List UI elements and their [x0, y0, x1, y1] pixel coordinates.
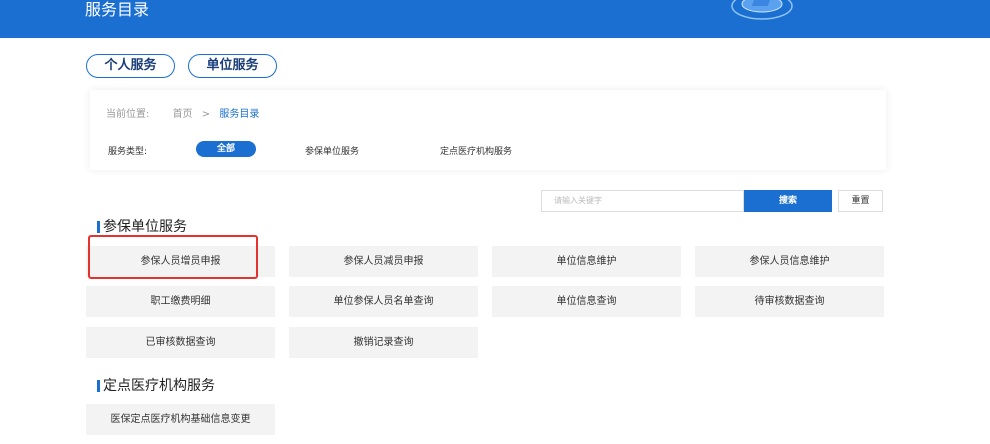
- tab-personal-services[interactable]: 个人服务: [86, 54, 175, 78]
- service-tile[interactable]: 参保人员信息维护: [695, 246, 884, 277]
- service-tile[interactable]: 撤销记录查询: [289, 327, 478, 358]
- section-marker: [97, 380, 100, 392]
- service-tile[interactable]: 医保定点医疗机构基础信息变更: [86, 404, 275, 435]
- service-tile[interactable]: 职工缴费明细: [86, 286, 275, 317]
- section-title-text: 定点医疗机构服务: [103, 378, 215, 394]
- tab-unit-services[interactable]: 单位服务: [188, 54, 277, 78]
- breadcrumb-label: 当前位置:: [106, 109, 150, 120]
- breadcrumb: 当前位置: 首页 > 服务目录: [106, 105, 259, 120]
- service-tile[interactable]: 参保人员减员申报: [289, 246, 478, 277]
- service-tile[interactable]: 待审核数据查询: [695, 286, 884, 317]
- filter-insured-unit-chip[interactable]: 参保单位服务: [305, 144, 359, 157]
- search-button[interactable]: 搜索: [744, 190, 832, 212]
- highlight-box: [88, 235, 258, 279]
- banner-illustration-icon: [731, 0, 793, 20]
- breadcrumb-current: 服务目录: [219, 109, 260, 120]
- service-type-label: 服务类型:: [108, 147, 148, 157]
- search-input[interactable]: 请输入关键字: [541, 190, 744, 212]
- section-title-insured-unit: 参保单位服务: [97, 219, 187, 235]
- filter-panel: 当前位置: 首页 > 服务目录 服务类型: 全部 参保单位服务 定点医疗机构服务: [90, 90, 886, 170]
- filter-medical-institution-chip[interactable]: 定点医疗机构服务: [440, 144, 512, 157]
- section-title-text: 参保单位服务: [103, 219, 187, 235]
- service-tile[interactable]: 已审核数据查询: [86, 327, 275, 358]
- service-tile[interactable]: 单位信息查询: [492, 286, 681, 317]
- breadcrumb-home-link[interactable]: 首页: [173, 109, 193, 120]
- reset-button[interactable]: 重置: [838, 190, 883, 212]
- service-tile[interactable]: 单位信息维护: [492, 246, 681, 277]
- filter-all-chip[interactable]: 全部: [196, 141, 256, 157]
- top-banner: 服务目录: [0, 0, 990, 38]
- breadcrumb-separator: >: [201, 109, 211, 120]
- section-title-medical-institution: 定点医疗机构服务: [97, 378, 215, 394]
- service-tile[interactable]: 单位参保人员名单查询: [289, 286, 478, 317]
- page-title: 服务目录: [85, 0, 150, 19]
- section-marker: [97, 221, 100, 233]
